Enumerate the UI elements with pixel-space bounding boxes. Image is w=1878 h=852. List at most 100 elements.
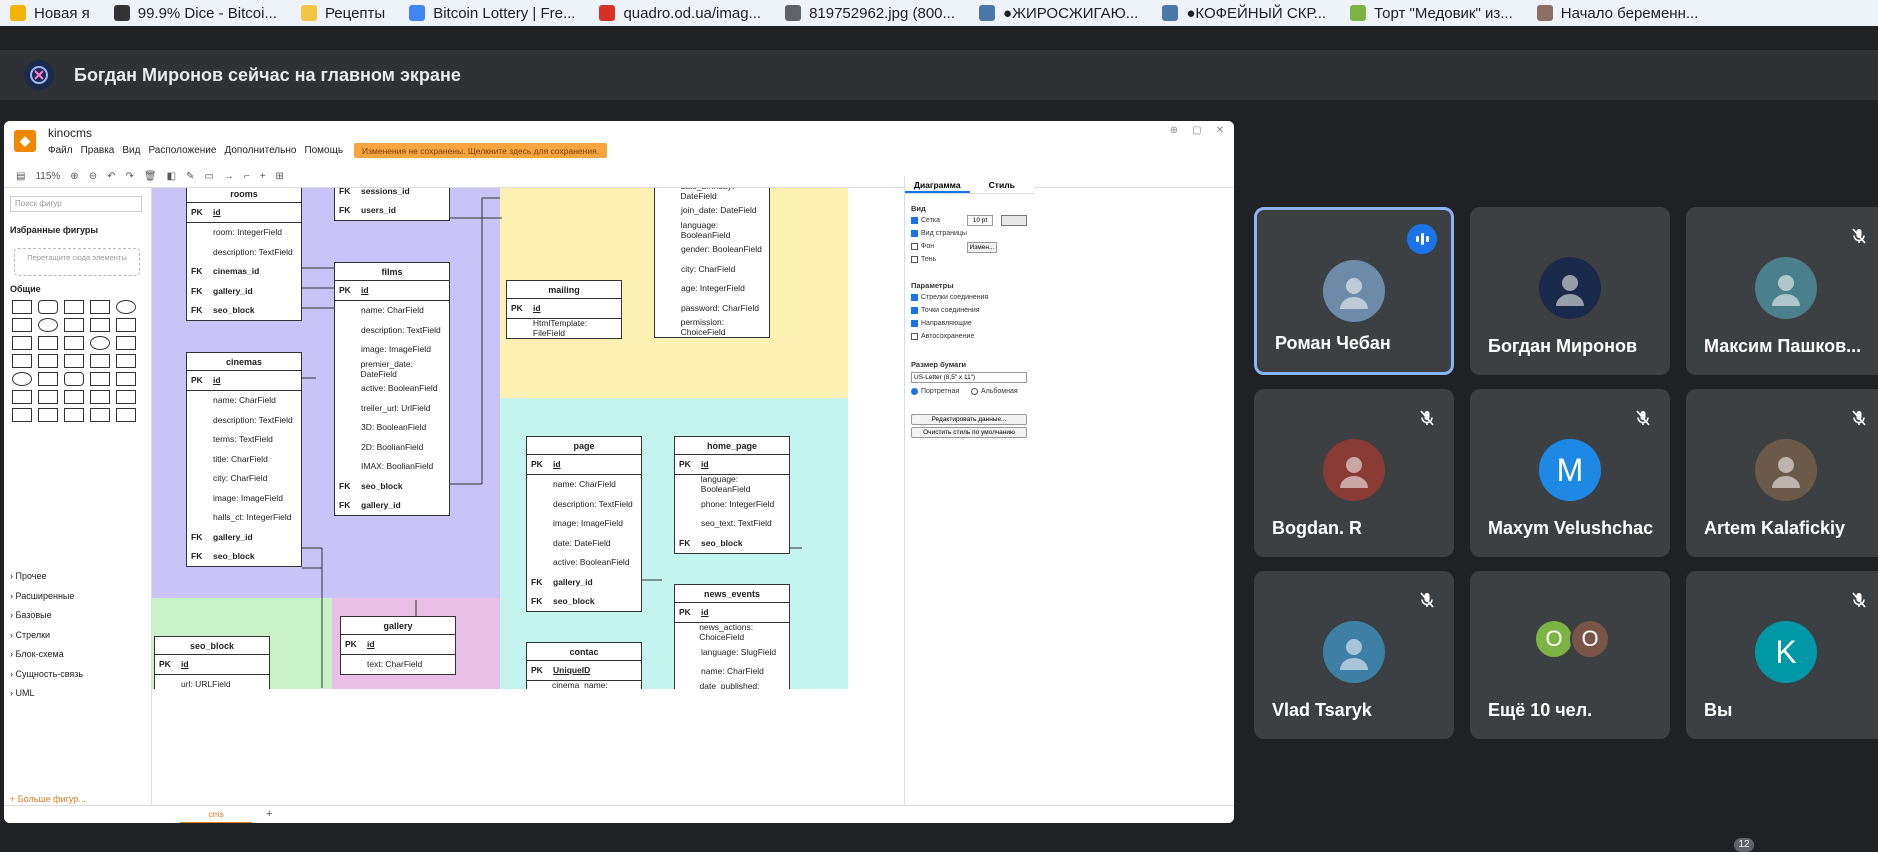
menu-item[interactable]: Дополнительно xyxy=(224,145,296,156)
er-table-row[interactable]: description: TextField xyxy=(527,494,641,514)
er-table-sessions[interactable]: FK sessions_id FK users_id xyxy=(334,188,450,221)
paper-size-select[interactable]: US-Letter (8,5" x 11") xyxy=(911,372,1027,383)
shape-category[interactable]: › Базовые xyxy=(10,610,52,620)
er-table-row[interactable]: description: TextField xyxy=(187,242,301,262)
background-checkbox[interactable]: Фон xyxy=(911,243,934,250)
diagram-canvas[interactable]: rooms PK id room: IntegerField description: … xyxy=(152,188,904,689)
bookmark-item[interactable]: Bitcoin Lottery | Fre... xyxy=(399,0,589,26)
shape-thumbnail[interactable] xyxy=(64,408,84,422)
shape-thumbnail[interactable] xyxy=(90,300,110,314)
shape-thumbnail[interactable] xyxy=(38,300,58,314)
bookmark-item[interactable]: quadro.od.ua/imag... xyxy=(589,0,775,26)
er-table-row[interactable]: city: CharField xyxy=(655,259,769,279)
shape-thumbnail[interactable] xyxy=(116,408,136,422)
shape-thumbnail[interactable] xyxy=(38,408,58,422)
er-table-row[interactable]: FK gallery_id xyxy=(187,527,301,547)
favorites-drop-zone[interactable]: Перетащите сюда элементы xyxy=(14,248,140,276)
participant-tile[interactable]: Vlad Tsaryk xyxy=(1254,571,1454,739)
shape-thumbnail[interactable] xyxy=(38,336,58,350)
participant-tile[interactable]: Artem Kalafickiy xyxy=(1686,389,1878,557)
reset-style-button[interactable]: Очистить стиль по умолчанию xyxy=(911,427,1027,438)
er-table-row[interactable]: image: ImageField xyxy=(187,488,301,508)
favorites-heading[interactable]: Избранные фигуры xyxy=(10,225,98,235)
shape-thumbnail[interactable] xyxy=(12,408,32,422)
bookmark-item[interactable]: ●ЖИРОСЖИГАЮ... xyxy=(969,0,1152,26)
table-icon[interactable]: ⊞ xyxy=(276,171,284,182)
menu-item[interactable]: Помощь xyxy=(304,145,343,156)
zoom-out-icon[interactable]: ⊖ xyxy=(89,171,97,182)
shape-category[interactable]: › Прочее xyxy=(10,571,46,581)
er-table-row[interactable]: PK id xyxy=(187,371,301,391)
shape-category[interactable]: › Сущность-связь xyxy=(10,669,83,679)
shape-thumbnail[interactable] xyxy=(116,372,136,386)
er-table-row[interactable]: gender: BooleanField xyxy=(655,240,769,260)
guides-checkbox[interactable]: Направляющие xyxy=(911,320,972,327)
shape-thumbnail[interactable] xyxy=(90,336,110,350)
shape-thumbnail[interactable] xyxy=(90,372,110,386)
er-table-row[interactable]: premier_date: DateField xyxy=(335,359,449,379)
er-table-row[interactable]: FK users_id xyxy=(335,201,449,221)
er-table-row[interactable]: PK id xyxy=(507,299,621,319)
grid-size-input[interactable]: 10 pt xyxy=(967,215,993,226)
shape-category[interactable]: › Стрелки xyxy=(10,630,50,640)
portrait-radio[interactable]: Портретная xyxy=(911,388,959,395)
er-table-row[interactable]: cinema_name: CharField xyxy=(527,680,641,689)
bookmark-item[interactable]: ●КОФЕЙНЫЙ СКР... xyxy=(1152,0,1340,26)
participant-tile[interactable]: M Maxym Velushchac xyxy=(1470,389,1670,557)
shape-category[interactable]: › UML xyxy=(10,688,35,698)
shape-thumbnail[interactable] xyxy=(90,408,110,422)
shape-thumbnail[interactable] xyxy=(90,390,110,404)
bookmark-item[interactable]: Начало беременн... xyxy=(1527,0,1713,26)
participant-tile[interactable]: O O Ещё 10 чел. xyxy=(1470,571,1670,739)
shape-thumbnail[interactable] xyxy=(90,318,110,332)
er-table-row[interactable]: PK UniqueID xyxy=(527,661,641,681)
shape-thumbnail[interactable] xyxy=(12,372,32,386)
er-table-row[interactable]: seo_text: TextField xyxy=(675,514,789,534)
shape-thumbnail[interactable] xyxy=(90,354,110,368)
tab-diagram[interactable]: Диаграмма xyxy=(905,176,970,193)
shape-thumbnail[interactable] xyxy=(64,318,84,332)
shape-thumbnail[interactable] xyxy=(116,318,136,332)
er-table-cinemas[interactable]: cinemas PK id name: CharField description: T… xyxy=(186,352,302,567)
tab-style[interactable]: Стиль xyxy=(970,176,1035,193)
er-table-row[interactable]: city: CharField xyxy=(187,469,301,489)
er-table-row[interactable]: FK seo_block xyxy=(527,592,641,612)
fill-color-icon[interactable]: ◧ xyxy=(167,171,176,182)
er-table-row[interactable]: name: CharField xyxy=(187,391,301,411)
er-table-users[interactable]: date_birthday: DateField join_date: DateF… xyxy=(654,188,770,338)
shape-thumbnail[interactable] xyxy=(64,354,84,368)
grid-checkbox[interactable]: Сетка xyxy=(911,217,940,224)
shape-thumbnail[interactable] xyxy=(38,354,58,368)
add-page-icon[interactable]: + xyxy=(266,808,272,820)
zoom-in-icon[interactable]: ⊕ xyxy=(70,171,78,182)
er-table-row[interactable]: language: SlugField xyxy=(675,642,789,662)
er-table-row[interactable]: PK id xyxy=(187,203,301,223)
er-table-row[interactable]: language: BooleanField xyxy=(655,220,769,240)
er-table-mailing[interactable]: mailing PK id HtmlTemplate: FileField xyxy=(506,280,622,339)
shape-category[interactable]: › Расширенные xyxy=(10,591,74,601)
participant-tile[interactable]: Богдан Миронов xyxy=(1470,207,1670,375)
general-heading[interactable]: Общие xyxy=(10,284,41,294)
er-table-home-page[interactable]: home_page PK id language: BooleanField phone… xyxy=(674,436,790,554)
shape-thumbnail[interactable] xyxy=(12,318,32,332)
er-table-row[interactable]: news_actions: ChoiceField xyxy=(675,622,789,642)
shape-thumbnail[interactable] xyxy=(64,336,84,350)
shape-thumbnail[interactable] xyxy=(38,372,58,386)
er-table-gallery[interactable]: gallery PK id text: CharField xyxy=(340,616,456,675)
er-table-row[interactable]: description: TextField xyxy=(187,410,301,430)
shape-thumbnail[interactable] xyxy=(12,390,32,404)
participant-tile[interactable]: Bogdan. R xyxy=(1254,389,1454,557)
waypoint-icon[interactable]: ⌐ xyxy=(244,171,250,182)
er-table-row[interactable]: name: CharField xyxy=(675,662,789,682)
er-table-row[interactable]: FK gallery_id xyxy=(187,281,301,301)
er-table-row[interactable]: FK gallery_id xyxy=(527,572,641,592)
er-table-row[interactable]: join_date: DateField xyxy=(655,201,769,221)
line-color-icon[interactable]: ✎ xyxy=(186,171,194,182)
er-table-row[interactable]: active: BooleanField xyxy=(527,553,641,573)
menu-item[interactable]: Расположение xyxy=(148,145,216,156)
zoom-level[interactable]: 115% xyxy=(35,171,60,182)
er-table-row[interactable]: PK id xyxy=(675,455,789,475)
page-view-checkbox[interactable]: Вид страницы xyxy=(911,230,967,237)
er-table-row[interactable]: name: CharField xyxy=(527,475,641,495)
er-table-row[interactable]: image: ImageField xyxy=(527,514,641,534)
